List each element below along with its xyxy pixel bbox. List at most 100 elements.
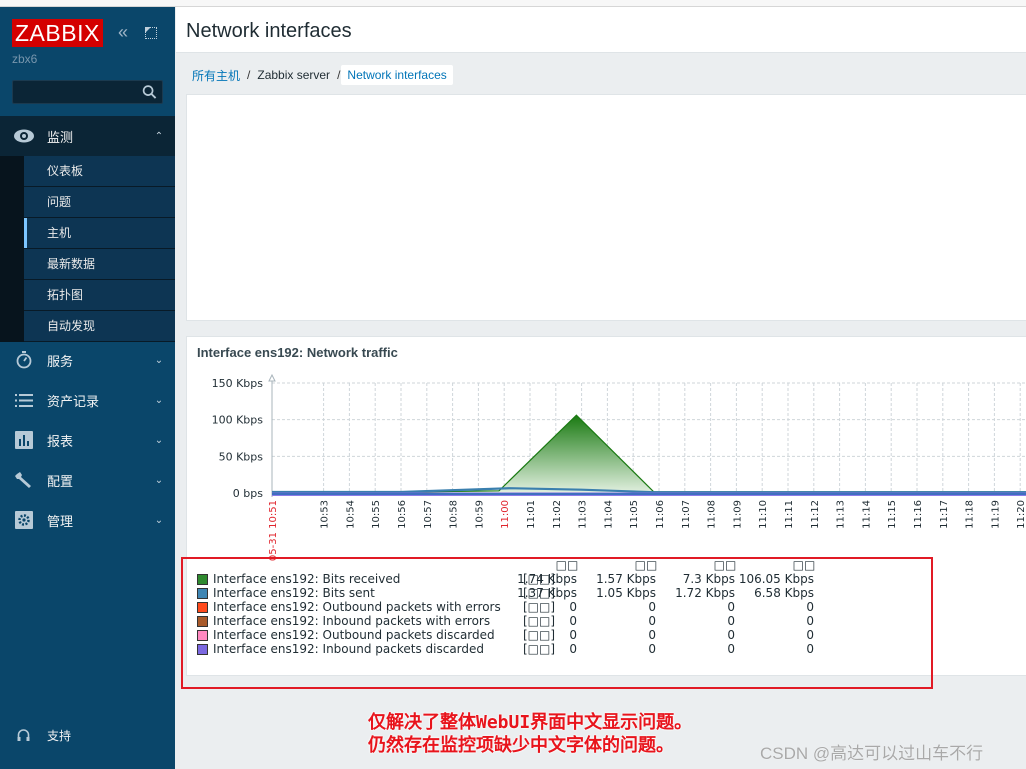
breadcrumb-host[interactable]: Zabbix server: [251, 68, 336, 82]
submenu-item-problems[interactable]: 问题: [24, 187, 175, 218]
wrench-icon: [0, 471, 47, 489]
x-tick-label: 10:53: [320, 500, 331, 529]
series-area-bits-received: [272, 415, 1026, 493]
breadcrumb-all-hosts[interactable]: 所有主机: [186, 67, 246, 84]
legend-value: 0: [648, 628, 656, 642]
list-icon: [0, 393, 47, 407]
legend-series-name: Interface ens192: Inbound packets with e…: [213, 614, 491, 628]
legend-value: 0: [648, 614, 656, 628]
breadcrumb-current[interactable]: Network interfaces: [341, 65, 453, 85]
legend-series-name: Interface ens192: Outbound packets disca…: [213, 628, 495, 642]
submenu-item-latest-data[interactable]: 最新数据: [24, 249, 175, 280]
nav-services[interactable]: 服务 ⌄: [0, 340, 175, 380]
y-tick-label: 150 Kbps: [212, 377, 264, 390]
nav-administration[interactable]: 管理 ⌄: [0, 500, 175, 540]
x-tick-label: 10:58: [449, 500, 460, 529]
x-tick-label: 11:00: [500, 500, 511, 529]
x-tick-label: 11:18: [965, 500, 976, 529]
nav-monitoring[interactable]: 监测 ⌃: [0, 116, 175, 156]
main-content: Network interfaces 所有主机 / Zabbix server …: [176, 7, 1026, 769]
x-tick-label: 10:56: [397, 500, 408, 529]
watermark: CSDN @高达可以过山车不行: [760, 744, 984, 763]
legend-series-name: Interface ens192: Inbound packets discar…: [213, 642, 485, 656]
y-axis-arrow: [268, 373, 276, 382]
kiosk-mode-icon[interactable]: [145, 27, 157, 39]
legend-value: 1.57 Kbps: [596, 572, 656, 586]
legend-series-name: Interface ens192: Bits sent: [213, 586, 375, 600]
submenu-item-discovery[interactable]: 自动发现: [24, 311, 175, 342]
x-tick-label: 11:19: [990, 500, 1001, 529]
annotation-line-1: 仅解决了整体WebUI界面中文显示问题。: [368, 712, 693, 733]
chevron-down-icon: ⌄: [154, 394, 164, 406]
submenu-item-maps[interactable]: 拓扑图: [24, 280, 175, 311]
submenu-item-hosts[interactable]: 主机: [24, 218, 175, 249]
gear-icon: [0, 511, 47, 529]
x-tick-label: 10:54: [345, 500, 356, 529]
x-tick-label: 11:14: [861, 500, 872, 529]
legend-swatch: [197, 616, 208, 627]
x-tick-label: 11:08: [707, 500, 718, 529]
nav-inventory[interactable]: 资产记录 ⌄: [0, 380, 175, 420]
legend-value: 0: [648, 642, 656, 656]
legend-column-header: □□: [713, 558, 737, 572]
legend-value: 0: [727, 614, 735, 628]
legend-value: 0: [727, 600, 735, 614]
submenu-item-dashboard[interactable]: 仪表板: [24, 156, 175, 187]
search-input[interactable]: [13, 81, 138, 103]
x-tick-label: 10:59: [474, 500, 485, 529]
nav-administration-label: 管理: [47, 513, 74, 529]
legend-value: 106.05 Kbps: [738, 572, 814, 586]
legend-row: Interface ens192: Inbound packets with e…: [197, 614, 897, 628]
graph-title: Interface ens192: Network traffic: [197, 345, 398, 360]
x-tick-label: 11:01: [526, 500, 537, 529]
legend-value: 0: [569, 600, 577, 614]
legend-column-header: □□: [634, 558, 658, 572]
legend-value: 6.58 Kbps: [754, 586, 814, 600]
x-tick-label: 11:17: [939, 500, 950, 529]
nav-support[interactable]: 支持: [0, 725, 175, 745]
chevron-down-icon: ⌄: [154, 514, 164, 526]
legend-value: 0: [569, 642, 577, 656]
browser-top-strip: [0, 0, 1026, 7]
chevron-down-icon: ⌄: [154, 474, 164, 486]
collapse-sidebar-icon[interactable]: «: [118, 22, 128, 43]
legend-value: 7.3 Kbps: [682, 572, 735, 586]
legend-column-header: □□: [555, 558, 579, 572]
x-tick-label: 11:16: [913, 500, 924, 529]
chevron-up-icon: ⌃: [154, 130, 164, 142]
sidebar-search: [12, 80, 163, 104]
bar-chart-icon: [0, 431, 47, 449]
nav-configuration-label: 配置: [47, 473, 74, 489]
monitoring-submenu: 仪表板 问题 主机 最新数据 拓扑图 自动发现: [0, 156, 175, 342]
x-tick-label: 11:13: [836, 500, 847, 529]
legend-swatch: [197, 588, 208, 599]
search-icon[interactable]: [142, 84, 157, 100]
x-tick-label: 10:55: [371, 500, 382, 529]
page-title: Network interfaces: [186, 20, 352, 42]
legend-value: 1.72 Kbps: [675, 586, 735, 600]
breadcrumb: 所有主机 / Zabbix server / Network interface…: [186, 64, 453, 86]
x-tick-label: 11:07: [681, 500, 692, 529]
nav-reports-label: 报表: [47, 433, 74, 449]
x-tick-label: 11:12: [810, 500, 821, 529]
chevron-down-icon: ⌄: [154, 434, 164, 446]
stopwatch-icon: [0, 351, 47, 369]
zabbix-logo[interactable]: ZABBIX: [12, 19, 103, 47]
legend-swatch: [197, 644, 208, 655]
nav-monitoring-label: 监测: [47, 129, 74, 145]
legend-value: 1.74 Kbps: [517, 572, 577, 586]
x-tick-label: 11:04: [603, 500, 614, 529]
x-tick-label: 11:10: [758, 500, 769, 529]
legend-value: 0: [806, 614, 814, 628]
legend-value: 0: [806, 600, 814, 614]
sidebar: ZABBIX « zbx6 监测 ⌃ 仪表板 问题 主机 最新数据 拓扑图 自动…: [0, 7, 175, 769]
headset-icon: [0, 728, 47, 742]
nav-reports[interactable]: 报表 ⌄: [0, 420, 175, 460]
x-tick-label: 11:02: [552, 500, 563, 529]
legend-row: Interface ens192: Outbound packets disca…: [197, 628, 897, 642]
server-name: zbx6: [12, 52, 38, 66]
nav-configuration[interactable]: 配置 ⌄: [0, 460, 175, 500]
legend-value: 0: [569, 614, 577, 628]
legend-value: 1.37 Kbps: [517, 586, 577, 600]
x-tick-label: 10:57: [423, 500, 434, 529]
